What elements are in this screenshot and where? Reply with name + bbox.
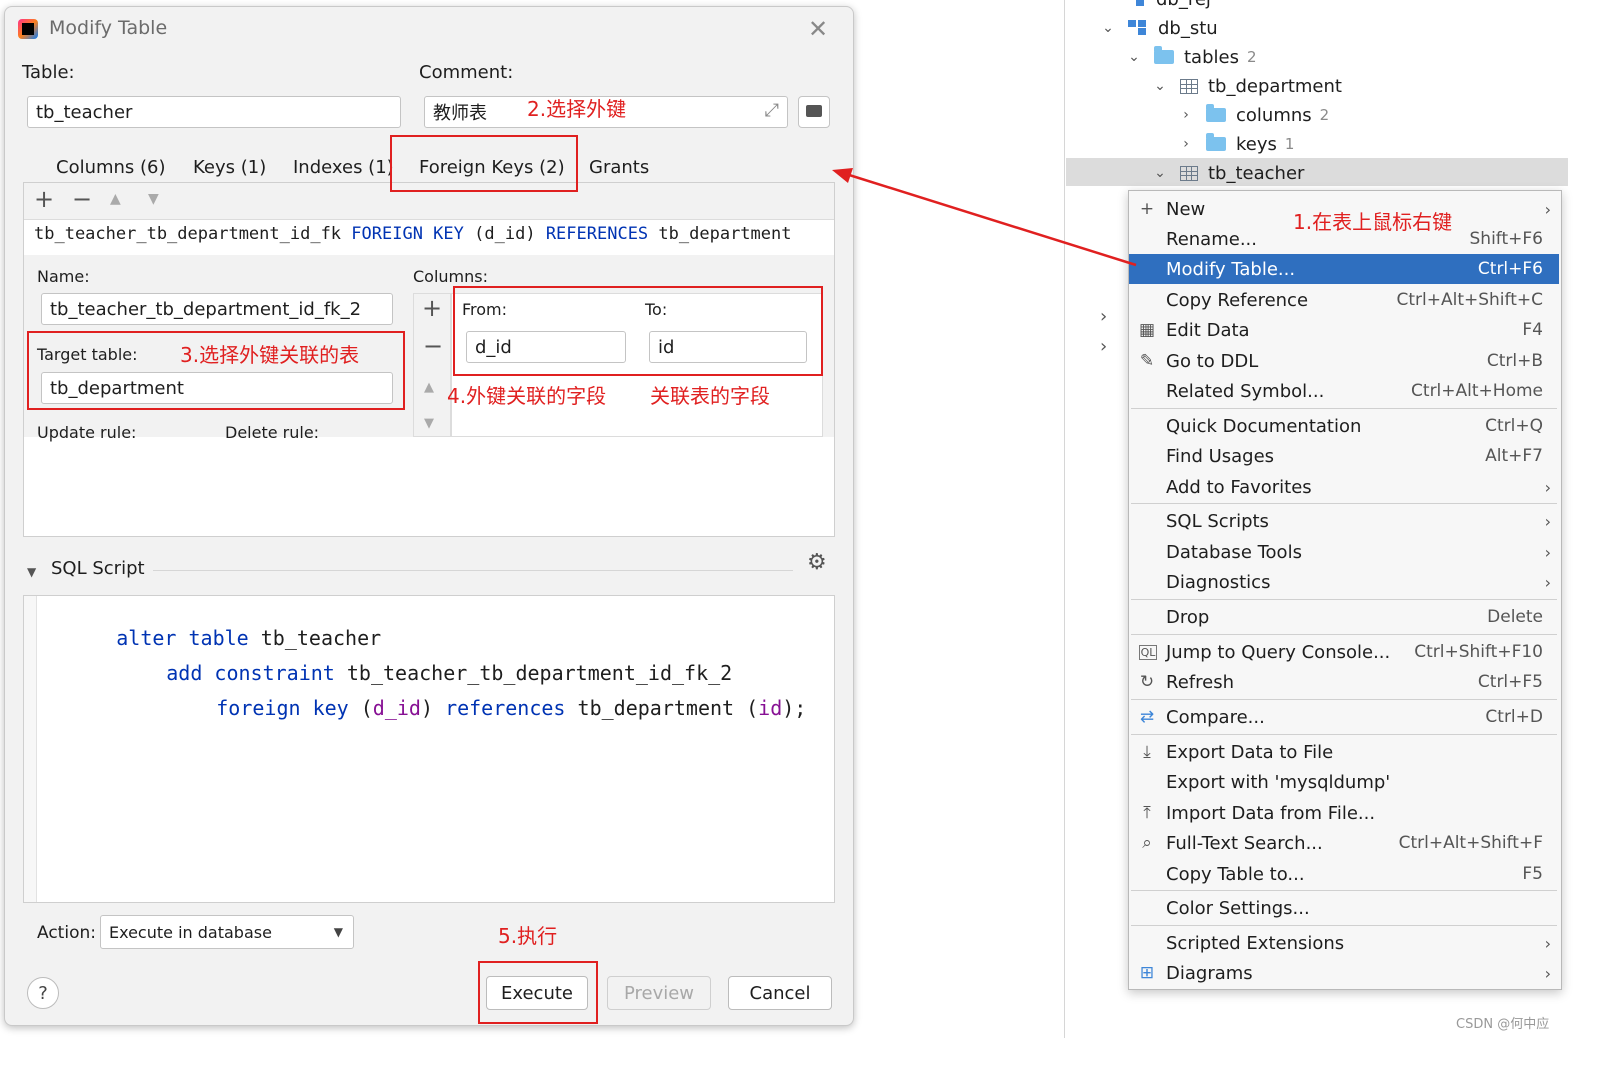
annotation-arrow — [832, 168, 1137, 267]
watermark: CSDN @何中应 — [1456, 1017, 1550, 1032]
